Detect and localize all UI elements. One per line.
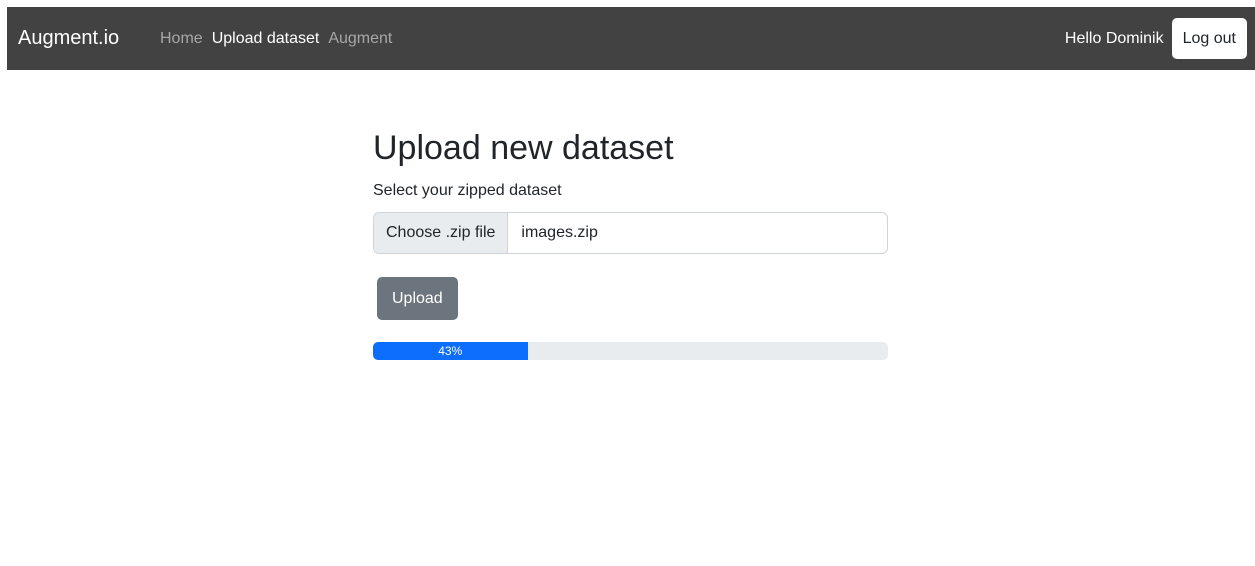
upload-form: Upload new dataset Select your zipped da… [373, 120, 888, 360]
page-title: Upload new dataset [373, 129, 674, 167]
nav-link-home[interactable]: Home [160, 30, 203, 48]
navbar: Augment.io Home Upload dataset Augment H… [7, 7, 1255, 70]
brand-logo[interactable]: Augment.io [18, 7, 119, 70]
choose-file-button[interactable]: Choose .zip file [374, 213, 509, 253]
upload-progress-bar: 43% [373, 342, 528, 360]
zip-file-input[interactable]: Choose .zip file images.zip [373, 212, 888, 254]
logout-button[interactable]: Log out [1171, 18, 1247, 59]
selected-file-name: images.zip [521, 224, 598, 241]
upload-progress: 43% [373, 342, 888, 360]
nav-link-upload-dataset[interactable]: Upload dataset [212, 30, 320, 48]
nav-link-augment[interactable]: Augment [328, 30, 392, 48]
user-greeting: Hello Dominik [1064, 29, 1164, 47]
nav-links: Home Upload dataset Augment [160, 7, 401, 70]
file-input-label: Select your zipped dataset [373, 182, 562, 199]
nav-user-area: Hello Dominik Log out [1065, 7, 1247, 70]
upload-button[interactable]: Upload [377, 277, 458, 320]
